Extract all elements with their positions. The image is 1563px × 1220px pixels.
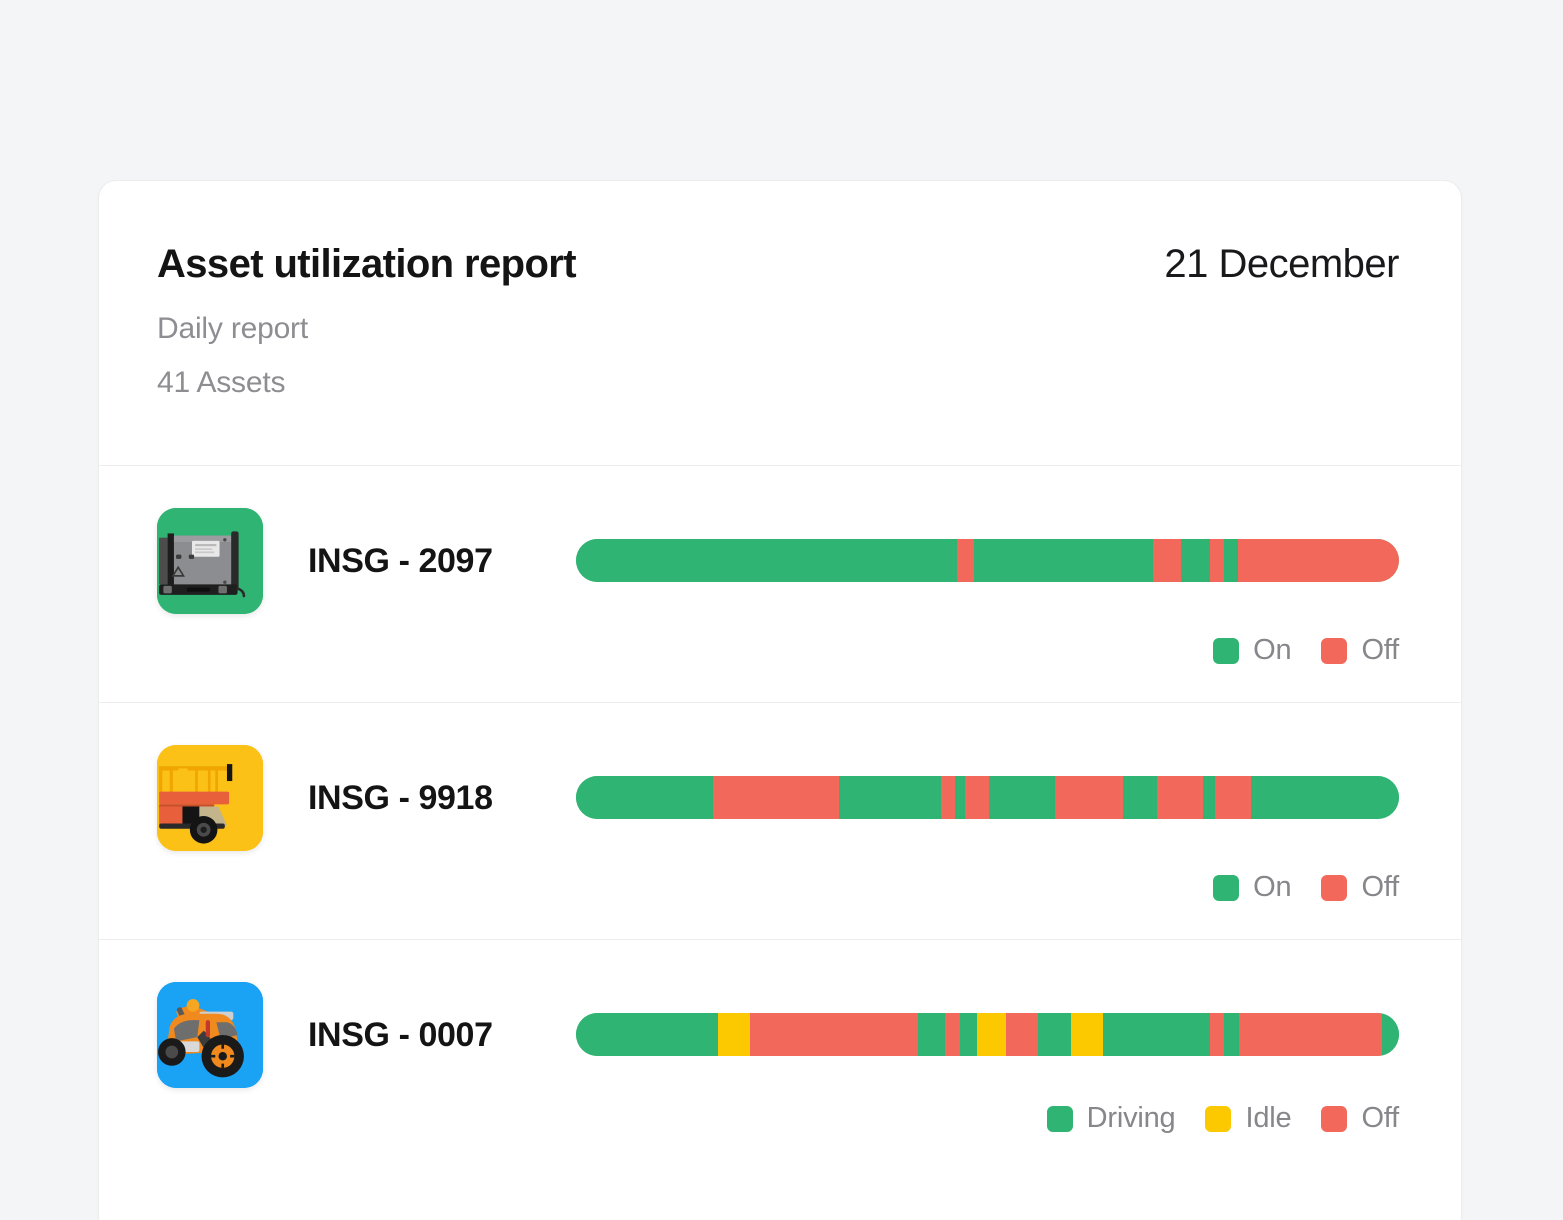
timeline-segment-off bbox=[965, 775, 990, 819]
asset-name: INSG - 2097 bbox=[308, 541, 493, 580]
legend-item: On bbox=[1213, 634, 1292, 667]
asset-utilization-card: Asset utilization report 21 December Dai… bbox=[98, 180, 1462, 1220]
asset-name: INSG - 9918 bbox=[308, 778, 493, 817]
timeline-segment-off bbox=[1156, 775, 1204, 819]
asset-name: INSG - 0007 bbox=[308, 1015, 493, 1054]
card-header: Asset utilization report 21 December Dai… bbox=[99, 181, 1461, 466]
timeline-segment-on bbox=[576, 775, 714, 819]
legend-item: On bbox=[1213, 871, 1292, 904]
timeline-segment-idle bbox=[976, 1012, 1007, 1056]
asset-utilization-timeline[interactable] bbox=[576, 538, 1399, 582]
scissor-lift-icon bbox=[157, 745, 263, 851]
legend-swatch-on bbox=[1213, 874, 1240, 901]
timeline-segment-on bbox=[1180, 538, 1210, 582]
asset-rows-list: INSG - 2097 On Off INSG - 9918 On Off IN… bbox=[99, 466, 1461, 1177]
timeline-segment-on bbox=[1123, 775, 1157, 819]
timeline-segment-off bbox=[1152, 538, 1181, 582]
timeline-segment-driving bbox=[1037, 1012, 1072, 1056]
timeline-segment-off bbox=[1054, 775, 1124, 819]
timeline-segment-on bbox=[954, 775, 966, 819]
asset-row-main: INSG - 0007 bbox=[157, 940, 1399, 1088]
timeline-segment-on bbox=[1250, 775, 1399, 819]
timeline-segment-on bbox=[1224, 538, 1238, 582]
timeline-segment-driving bbox=[960, 1012, 977, 1056]
timeline-segment-on bbox=[973, 538, 1153, 582]
timeline-segment-driving bbox=[1382, 1012, 1399, 1056]
legend-swatch-off bbox=[1321, 874, 1348, 901]
timeline-segment-off bbox=[1006, 1012, 1038, 1056]
legend-item: Off bbox=[1321, 1102, 1399, 1135]
legend-swatch-off bbox=[1321, 1105, 1348, 1132]
timeline-segment-off bbox=[941, 775, 955, 819]
legend-label: Idle bbox=[1245, 1102, 1292, 1134]
asset-row[interactable]: INSG - 0007 Driving Idle Off bbox=[99, 940, 1461, 1177]
asset-row-main: INSG - 9918 bbox=[157, 703, 1399, 851]
asset-utilization-timeline[interactable] bbox=[576, 1012, 1399, 1056]
legend-label: Off bbox=[1361, 871, 1399, 903]
timeline-segment-off bbox=[957, 538, 974, 582]
generator-icon bbox=[157, 508, 263, 614]
legend-swatch-idle bbox=[1205, 1105, 1232, 1132]
timeline-segment-off bbox=[1215, 775, 1251, 819]
legend-label: Off bbox=[1361, 634, 1399, 666]
timeline-legend: On Off bbox=[1213, 634, 1399, 667]
timeline-segment-off bbox=[945, 1012, 961, 1056]
legend-item: Driving bbox=[1046, 1102, 1176, 1135]
timeline-segment-off bbox=[1209, 1012, 1225, 1056]
header-title-row: Asset utilization report 21 December bbox=[157, 243, 1399, 285]
report-asset-count: 41 Assets bbox=[157, 366, 286, 400]
legend-label: On bbox=[1253, 871, 1292, 903]
legend-swatch-on bbox=[1213, 637, 1240, 664]
timeline-segment-off bbox=[1209, 538, 1225, 582]
legend-item: Off bbox=[1321, 871, 1399, 904]
asset-utilization-timeline[interactable] bbox=[576, 775, 1399, 819]
asset-row[interactable]: INSG - 9918 On Off bbox=[99, 703, 1461, 940]
report-date: 21 December bbox=[1164, 242, 1399, 286]
report-subtitle: Daily report bbox=[157, 312, 308, 345]
legend-label: Off bbox=[1361, 1102, 1399, 1134]
timeline-segment-driving bbox=[917, 1012, 946, 1056]
timeline-segment-off bbox=[1239, 1012, 1383, 1056]
timeline-segment-driving bbox=[1102, 1012, 1210, 1056]
timeline-legend: On Off bbox=[1213, 871, 1399, 904]
page-title: Asset utilization report bbox=[157, 242, 577, 286]
asset-row-main: INSG - 2097 bbox=[157, 466, 1399, 614]
timeline-segment-on bbox=[576, 538, 958, 582]
legend-item: Idle bbox=[1205, 1102, 1292, 1135]
legend-item: Off bbox=[1321, 634, 1399, 667]
atv-quad-bike-icon bbox=[157, 982, 263, 1088]
timeline-segment-driving bbox=[1224, 1012, 1240, 1056]
legend-label: Driving bbox=[1086, 1102, 1176, 1134]
timeline-segment-off bbox=[713, 775, 839, 819]
timeline-legend: Driving Idle Off bbox=[1046, 1102, 1399, 1135]
legend-swatch-driving bbox=[1046, 1105, 1073, 1132]
timeline-segment-idle bbox=[717, 1012, 751, 1056]
timeline-segment-off bbox=[750, 1012, 918, 1056]
legend-label: On bbox=[1253, 634, 1292, 666]
timeline-segment-idle bbox=[1071, 1012, 1103, 1056]
timeline-segment-on bbox=[838, 775, 942, 819]
timeline-segment-driving bbox=[576, 1012, 718, 1056]
timeline-segment-off bbox=[1237, 538, 1399, 582]
asset-row[interactable]: INSG - 2097 On Off bbox=[99, 466, 1461, 703]
timeline-segment-on bbox=[1203, 775, 1216, 819]
timeline-segment-on bbox=[989, 775, 1055, 819]
legend-swatch-off bbox=[1321, 637, 1348, 664]
